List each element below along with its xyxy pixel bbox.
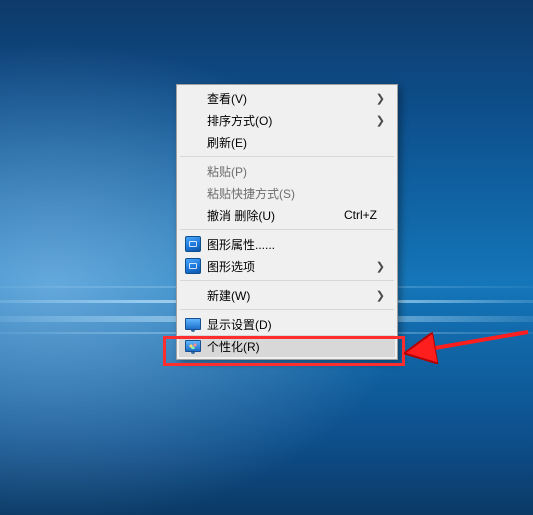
menu-item-new[interactable]: 新建(W) ❯ <box>179 284 395 306</box>
menu-item-label: 个性化(R) <box>207 338 391 355</box>
blank-icon <box>179 109 207 131</box>
intel-graphics-icon <box>179 233 207 255</box>
menu-item-label: 新建(W) <box>207 287 376 304</box>
menu-item-label: 粘贴(P) <box>207 163 391 180</box>
menu-item-paste-shortcut: 粘贴快捷方式(S) <box>179 182 395 204</box>
blank-icon <box>179 284 207 306</box>
menu-item-graphics-options[interactable]: 图形选项 ❯ <box>179 255 395 277</box>
menu-item-label: 显示设置(D) <box>207 316 391 333</box>
blank-icon <box>179 87 207 109</box>
submenu-caret-icon: ❯ <box>376 260 391 273</box>
submenu-caret-icon: ❯ <box>376 114 391 127</box>
annotation-arrow <box>400 320 530 380</box>
blank-icon <box>179 131 207 153</box>
menu-separator <box>180 229 394 230</box>
submenu-caret-icon: ❯ <box>376 92 391 105</box>
blank-icon <box>179 204 207 226</box>
monitor-icon <box>179 313 207 335</box>
intel-graphics-icon <box>179 255 207 277</box>
menu-item-graphics-properties[interactable]: 图形属性...... <box>179 233 395 255</box>
menu-item-label: 图形选项 <box>207 258 376 275</box>
blank-icon <box>179 182 207 204</box>
menu-item-paste: 粘贴(P) <box>179 160 395 182</box>
menu-separator <box>180 309 394 310</box>
menu-item-label: 粘贴快捷方式(S) <box>207 185 391 202</box>
menu-item-label: 查看(V) <box>207 90 376 107</box>
menu-item-view[interactable]: 查看(V) ❯ <box>179 87 395 109</box>
menu-separator <box>180 156 394 157</box>
menu-item-personalize[interactable]: 个性化(R) <box>179 335 395 357</box>
personalize-icon <box>179 335 207 357</box>
submenu-caret-icon: ❯ <box>376 289 391 302</box>
menu-item-undo-delete[interactable]: 撤消 删除(U) Ctrl+Z <box>179 204 395 226</box>
menu-item-sort[interactable]: 排序方式(O) ❯ <box>179 109 395 131</box>
menu-item-label: 撤消 删除(U) <box>207 207 332 224</box>
menu-item-display-settings[interactable]: 显示设置(D) <box>179 313 395 335</box>
desktop-context-menu: 查看(V) ❯ 排序方式(O) ❯ 刷新(E) 粘贴(P) 粘贴快捷方式(S) … <box>176 84 398 360</box>
menu-item-shortcut: Ctrl+Z <box>332 208 391 222</box>
menu-item-refresh[interactable]: 刷新(E) <box>179 131 395 153</box>
menu-item-label: 图形属性...... <box>207 236 391 253</box>
menu-separator <box>180 280 394 281</box>
menu-item-label: 刷新(E) <box>207 134 391 151</box>
blank-icon <box>179 160 207 182</box>
menu-item-label: 排序方式(O) <box>207 112 376 129</box>
